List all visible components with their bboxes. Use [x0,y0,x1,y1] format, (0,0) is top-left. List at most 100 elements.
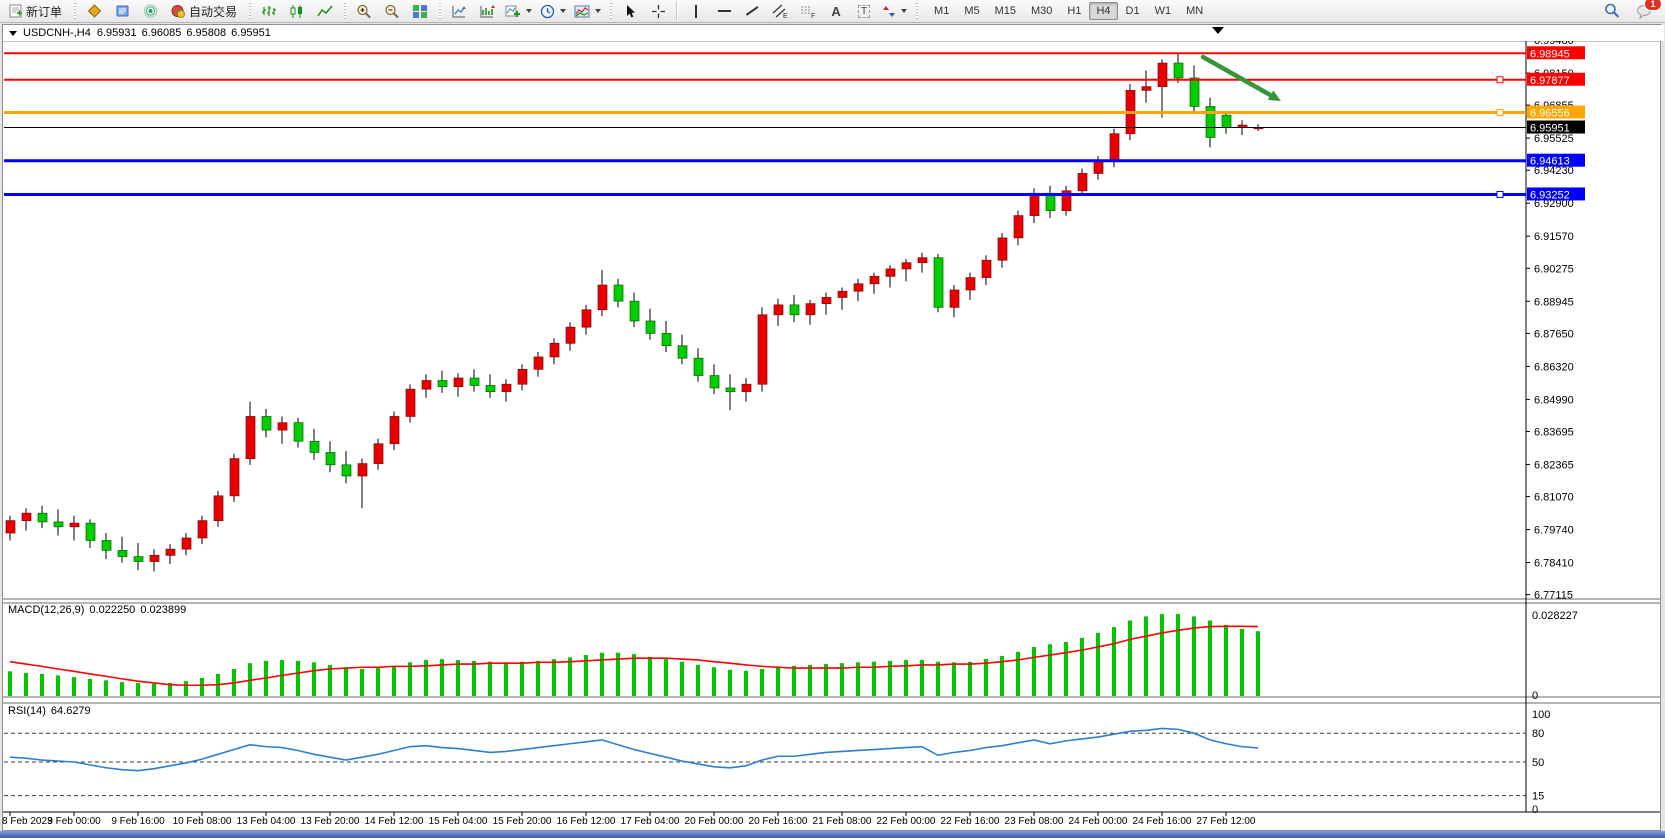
svg-text:F: F [811,13,815,19]
timeframe-w1[interactable]: W1 [1148,2,1179,20]
zoom-out-button[interactable] [379,0,405,22]
fibonacci-button[interactable]: F [795,0,821,22]
cursor-icon [623,4,637,19]
macd-signal-value: 0.023899 [140,604,186,616]
zoom-in-icon [356,4,372,19]
crosshair-button[interactable] [645,0,671,22]
signals-button[interactable] [137,0,163,22]
trendline-icon [746,6,758,15]
indicator-window-button[interactable] [474,0,500,22]
crosshair-icon [651,4,666,19]
line-chart-button[interactable] [312,0,338,22]
toolbar-grip [914,3,919,19]
toolbar-grip [342,3,347,19]
search-icon [1604,3,1620,19]
toolbar-grip [437,3,442,19]
macd-label: MACD(12,26,9) 0.022250 0.023899 [8,604,186,616]
add-indicator-icon [505,4,521,19]
signals-icon [143,4,158,18]
chevron-down-icon [901,9,907,13]
auto-trading-icon [171,4,186,18]
clock-icon [540,4,555,19]
timeframe-h1[interactable]: H1 [1060,2,1088,20]
indicator-window-icon [479,4,495,19]
templates-button[interactable] [571,0,604,22]
chart-symbol: USDCNH-,H4 [23,27,91,39]
rsi-value: 64.6279 [51,705,91,717]
auto-trading-button[interactable]: 自动交易 [165,0,243,22]
templates-icon [574,4,590,19]
timeframe-h4[interactable]: H4 [1089,2,1117,20]
ohlc-open: 6.95931 [97,27,137,39]
text-label-button[interactable]: T [851,0,877,22]
toolbar-separator [676,2,678,20]
toolbar-right: 1 [1599,0,1657,22]
accounts-button[interactable] [109,0,135,22]
search-button[interactable] [1599,0,1625,22]
periods-button[interactable] [537,0,569,22]
add-indicator-button[interactable] [502,0,535,22]
arrows-button[interactable] [879,0,910,22]
text-icon: A [831,4,840,19]
notifications-button[interactable]: 1 [1631,0,1657,22]
ohlc-values: 6.95931 6.96085 6.95808 6.95951 [97,27,271,39]
text-button[interactable]: A [823,0,849,22]
equidistant-channel-icon: E [772,4,788,19]
gold-button[interactable] [81,0,107,22]
timeframe-mn[interactable]: MN [1179,2,1210,20]
ohlc-high: 6.96085 [142,27,182,39]
candlestick-chart-button[interactable] [284,0,310,22]
toolbar-grip [72,3,77,19]
chevron-down-icon [526,9,532,13]
accounts-icon [115,4,130,18]
screen: 新订单 自动交易 [0,0,1665,838]
scroll-to-end-marker[interactable] [1212,27,1224,34]
line-chart-icon [317,4,333,19]
horizontal-line-button[interactable] [711,0,737,22]
vertical-line-icon [695,5,697,18]
rsi-label: RSI(14) 64.6279 [8,705,91,717]
tile-windows-button[interactable] [407,0,433,22]
timeframe-d1[interactable]: D1 [1119,2,1147,20]
timeframe-m30[interactable]: M30 [1024,2,1059,20]
taskbar[interactable] [0,831,1665,838]
new-order-label: 新订单 [26,3,62,20]
indicator-list-icon [451,4,467,19]
bar-chart-icon [261,4,277,19]
chevron-down-icon [595,9,601,13]
cursor-button[interactable] [617,0,643,22]
equidistant-channel-button[interactable]: E [767,0,793,22]
tile-windows-icon [412,4,428,19]
main-toolbar: 新订单 自动交易 [0,0,1665,23]
chart-titlebar[interactable]: USDCNH-,H4 6.95931 6.96085 6.95808 6.959… [3,25,1664,41]
rsi-name: RSI(14) [8,705,46,717]
timeframe-m1[interactable]: M1 [927,2,956,20]
timeframe-m15[interactable]: M15 [988,2,1023,20]
timeframe-group: M1M5M15M30H1H4D1W1MN [927,2,1210,20]
new-order-icon [9,4,23,18]
chart-canvas[interactable] [4,41,1526,812]
notification-badge: 1 [1644,0,1662,11]
svg-text:E: E [783,13,788,19]
trendline-button[interactable] [739,0,765,22]
macd-name: MACD(12,26,9) [8,604,84,616]
indicator-list-button[interactable] [446,0,472,22]
arrows-icon [882,4,896,19]
ohlc-close: 6.95951 [231,27,271,39]
text-label-icon: T [858,5,870,18]
vertical-line-button[interactable] [683,0,709,22]
horizontal-line-icon [718,10,731,12]
ohlc-low: 6.95808 [186,27,226,39]
zoom-in-button[interactable] [351,0,377,22]
macd-main-value: 0.022250 [89,604,135,616]
toolbar-grip [608,3,613,19]
timeframe-m5[interactable]: M5 [957,2,986,20]
collapse-triangle-icon [9,31,17,36]
candlestick-chart-icon [289,4,305,19]
zoom-out-icon [384,4,400,19]
new-order-button[interactable]: 新订单 [3,0,68,22]
auto-trading-label: 自动交易 [189,3,237,20]
bar-chart-button[interactable] [256,0,282,22]
fibonacci-icon: F [800,4,816,19]
chevron-down-icon [560,9,566,13]
